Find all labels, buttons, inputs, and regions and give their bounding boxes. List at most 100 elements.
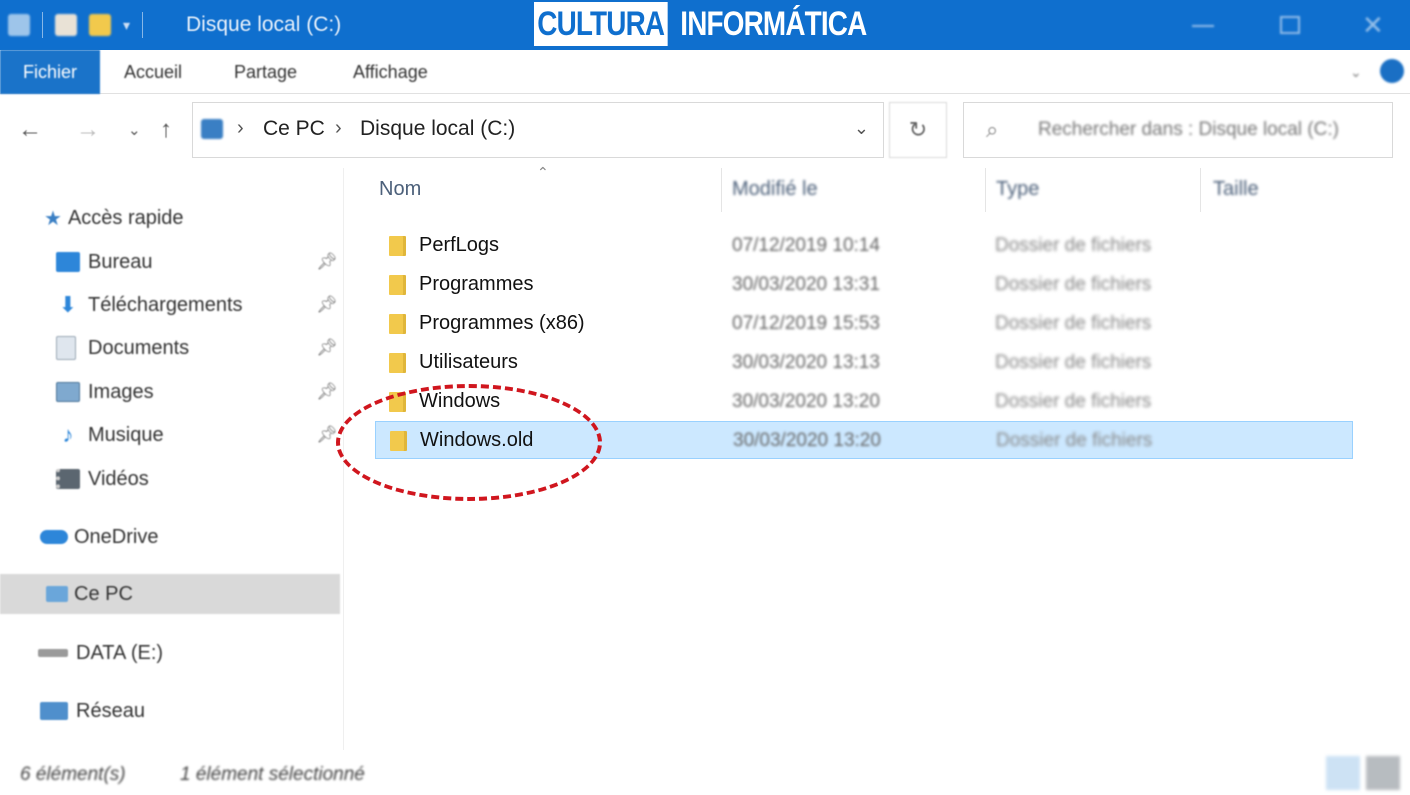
tab-fichier[interactable]: Fichier [0, 50, 100, 94]
brand-logo-part1: CULTURA [534, 2, 668, 46]
column-header-nom[interactable]: Nom [379, 178, 421, 201]
details-view-icon[interactable] [1326, 756, 1360, 790]
sidebar-item-label: Bureau [88, 250, 153, 273]
column-header-type[interactable]: Type [996, 178, 1039, 201]
cloud-icon [40, 530, 68, 544]
back-arrow-icon[interactable]: ← [18, 116, 42, 144]
download-icon: ⬇ [58, 292, 78, 317]
sidebar-item-onedrive[interactable]: OneDrive [0, 517, 340, 557]
pin-icon[interactable]: 📌︎ [316, 252, 338, 272]
window-title: Disque local (C:) [186, 13, 342, 36]
navigation-pane: ★ Accès rapide Bureau 📌︎ ⬇ Téléchargemen… [0, 168, 344, 750]
title-bar: ▾ Disque local (C:) CULTURA INFORMÁTICA … [0, 0, 1410, 50]
desktop-icon [56, 252, 80, 272]
file-type: Dossier de fichiers [996, 430, 1153, 451]
file-name: Utilisateurs [419, 351, 518, 373]
file-date: 30/03/2020 13:31 [732, 274, 880, 295]
breadcrumb-ce-pc[interactable]: Ce PC [263, 117, 325, 141]
address-history-chevron-icon[interactable]: ⌄ [854, 118, 869, 139]
ribbon-expand-chevron-icon[interactable]: ⌄ [1350, 64, 1362, 81]
sidebar-item-videos[interactable]: Vidéos [0, 459, 340, 499]
star-icon: ★ [44, 207, 62, 230]
file-type: Dossier de fichiers [995, 391, 1152, 412]
sort-ascending-icon: ⌃ [537, 164, 549, 180]
properties-icon[interactable] [55, 14, 77, 36]
minimize-button[interactable] [1188, 14, 1218, 36]
sidebar-item-telechargements[interactable]: ⬇ Téléchargements 📌︎ [0, 285, 340, 325]
music-icon: ♪ [62, 422, 74, 447]
customize-toolbar-chevron-icon[interactable]: ▾ [123, 17, 130, 34]
breadcrumb-disque-local[interactable]: Disque local (C:) [360, 117, 515, 141]
pin-icon[interactable]: 📌︎ [316, 295, 338, 315]
toolbar-divider [142, 12, 144, 38]
sidebar-item-label: Documents [88, 336, 190, 359]
file-type: Dossier de fichiers [995, 352, 1152, 373]
breadcrumb-separator-icon[interactable]: › [237, 117, 244, 140]
sidebar-item-ce-pc[interactable]: Ce PC [0, 574, 340, 614]
navigation-row: ← → ⌄ ↑ › Ce PC › Disque local (C:) ⌄ ↻ … [0, 94, 1410, 168]
refresh-icon: ↻ [908, 117, 928, 142]
tab-affichage[interactable]: Affichage [353, 50, 428, 94]
tab-accueil[interactable]: Accueil [124, 50, 182, 94]
sidebar-item-label: Ce PC [74, 582, 133, 605]
column-divider[interactable] [721, 168, 722, 212]
folder-icon [389, 275, 403, 295]
table-row[interactable]: Programmes 30/03/2020 13:31 Dossier de f… [375, 266, 1353, 304]
new-folder-icon[interactable] [89, 14, 111, 36]
table-row[interactable]: PerfLogs 07/12/2019 10:14 Dossier de fic… [375, 227, 1353, 265]
explorer-icon[interactable] [8, 14, 30, 36]
sidebar-item-bureau[interactable]: Bureau 📌︎ [0, 242, 340, 282]
item-count: 6 élément(s) [20, 764, 126, 785]
refresh-button[interactable]: ↻ [889, 102, 947, 158]
toolbar-divider [42, 12, 43, 38]
close-button[interactable]: ✕ [1360, 10, 1390, 40]
sidebar-item-label: Vidéos [88, 467, 149, 490]
address-bar[interactable]: › Ce PC › Disque local (C:) ⌄ [192, 102, 884, 158]
search-field[interactable]: ⌕ Rechercher dans : Disque local (C:) [963, 102, 1393, 158]
maximize-button[interactable] [1275, 14, 1305, 36]
pin-icon[interactable]: 📌︎ [316, 382, 338, 402]
file-type: Dossier de fichiers [995, 235, 1152, 256]
sidebar-item-acces-rapide[interactable]: ★ Accès rapide [0, 198, 340, 238]
help-icon[interactable] [1380, 59, 1404, 83]
maximize-icon [1280, 16, 1300, 34]
file-date: 30/03/2020 13:13 [732, 352, 880, 373]
sidebar-item-images[interactable]: Images 📌︎ [0, 372, 340, 412]
sidebar-item-label: OneDrive [74, 525, 159, 548]
file-date: 30/03/2020 13:20 [733, 430, 881, 451]
file-name: Programmes [419, 273, 534, 295]
sidebar-item-label: Images [88, 380, 154, 403]
table-row[interactable]: Programmes (x86) 07/12/2019 15:53 Dossie… [375, 305, 1353, 343]
column-header-taille[interactable]: Taille [1213, 178, 1259, 201]
quick-access-toolbar: ▾ [8, 12, 144, 38]
brand-logo-part2: INFORMÁTICA [680, 5, 867, 43]
pin-icon[interactable]: 📌︎ [316, 338, 338, 358]
up-arrow-icon[interactable]: ↑ [160, 116, 172, 144]
column-divider[interactable] [985, 168, 986, 212]
tab-partage[interactable]: Partage [234, 50, 297, 94]
sidebar-item-documents[interactable]: Documents 📌︎ [0, 328, 340, 368]
status-bar: 6 élément(s) 1 élément sélectionné [0, 750, 1410, 795]
sidebar-item-data-drive[interactable]: DATA (E:) [0, 633, 340, 673]
minimize-icon [1192, 25, 1214, 27]
this-pc-icon [201, 119, 223, 139]
file-name: PerfLogs [419, 234, 500, 256]
sidebar-item-reseau[interactable]: Réseau [0, 691, 340, 731]
forward-arrow-icon[interactable]: → [76, 116, 100, 144]
file-type: Dossier de fichiers [995, 313, 1152, 334]
column-divider[interactable] [1200, 168, 1201, 212]
sidebar-item-musique[interactable]: ♪ Musique 📌︎ [0, 415, 340, 455]
ribbon: Fichier Accueil Partage Affichage ⌄ [0, 50, 1410, 94]
table-row[interactable]: Utilisateurs 30/03/2020 13:13 Dossier de… [375, 344, 1353, 382]
pin-icon[interactable]: 📌︎ [316, 425, 338, 445]
column-header-modifie-le[interactable]: Modifié le [732, 178, 818, 201]
sidebar-item-label: DATA (E:) [76, 641, 164, 664]
sidebar-item-label: Musique [88, 423, 164, 446]
breadcrumb-separator-icon[interactable]: › [335, 117, 342, 140]
recent-locations-chevron-icon[interactable]: ⌄ [128, 121, 141, 139]
large-icons-view-icon[interactable] [1366, 756, 1400, 790]
sidebar-item-label: Accès rapide [67, 206, 184, 229]
images-icon [56, 382, 80, 402]
documents-icon [56, 336, 76, 360]
selection-count: 1 élément sélectionné [180, 764, 365, 785]
